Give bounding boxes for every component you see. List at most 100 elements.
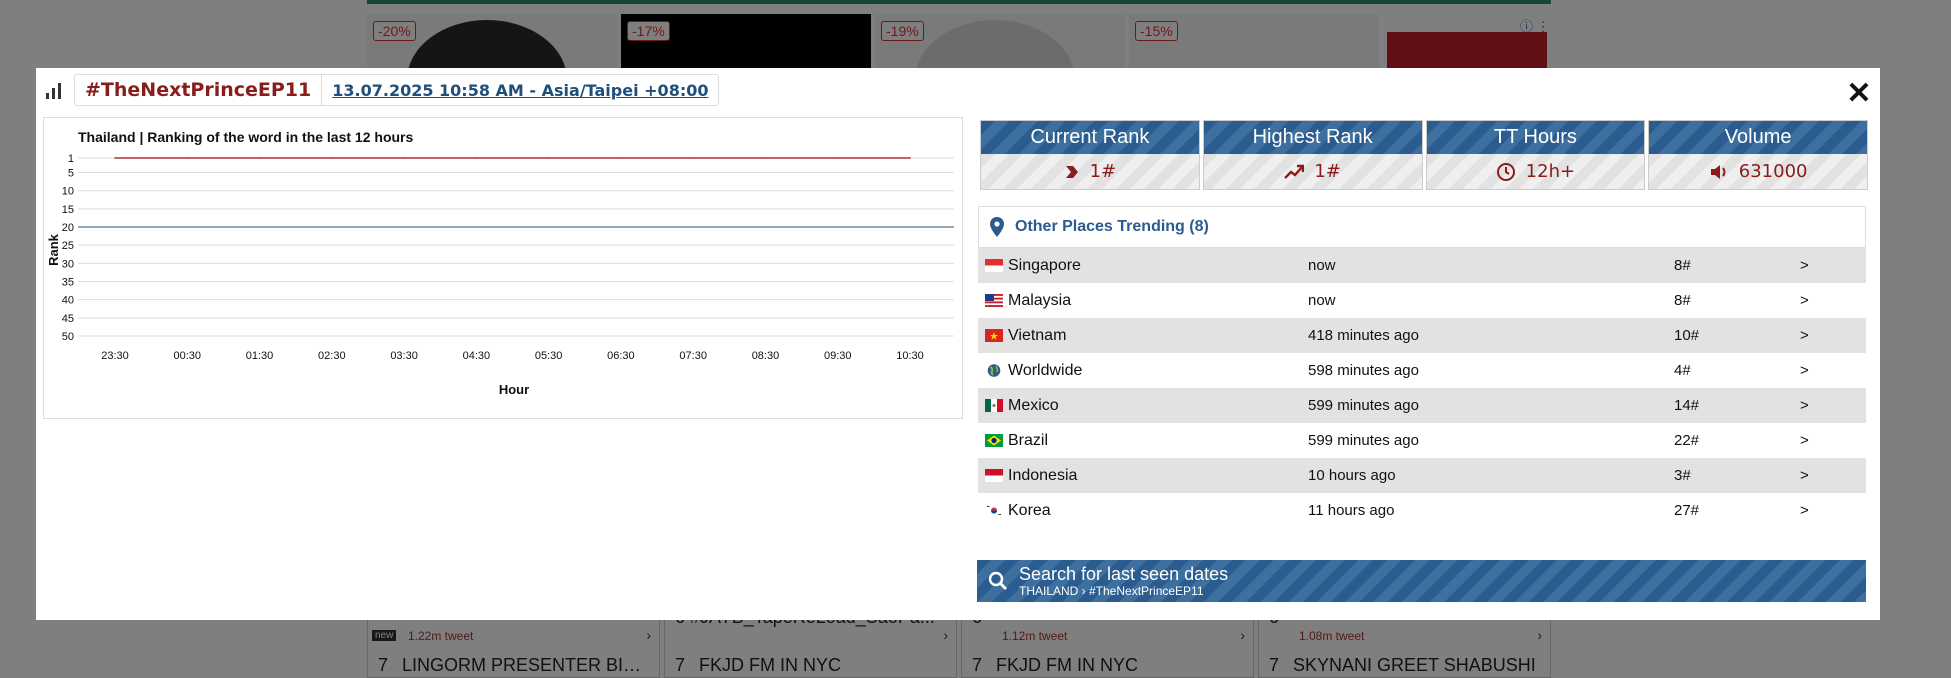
rank-data-point (620, 157, 622, 159)
place-name[interactable]: Malaysia (1008, 292, 1308, 310)
malaysia-flag-icon (985, 294, 1003, 307)
search-last-seen-button[interactable]: Search for last seen dates THAILAND › #T… (977, 560, 1866, 602)
y-tick-label: 35 (62, 277, 74, 289)
rank-data-point (258, 157, 261, 159)
trending-up-icon (1284, 164, 1305, 179)
search-title: Search for last seen dates (1019, 564, 1229, 584)
place-time: 599 minutes ago (1308, 397, 1419, 414)
search-icon (988, 571, 1007, 590)
stat-label: Current Rank (981, 121, 1199, 154)
place-rank: 22# (1674, 432, 1700, 449)
close-button[interactable]: ✕ (1846, 79, 1872, 109)
y-tick-label: 10 (62, 186, 74, 198)
place-time: 11 hours ago (1308, 502, 1395, 519)
current-rank-stat: Current Rank 1# (980, 120, 1200, 190)
place-row-malaysia[interactable]: Malaysia now 8# > (978, 283, 1866, 318)
y-tick-label: 15 (62, 204, 74, 216)
stat-value: 631000 (1738, 161, 1808, 182)
stat-value: 12h+ (1525, 161, 1576, 182)
rank-data-point (331, 157, 333, 159)
place-name[interactable]: Korea (1008, 502, 1308, 520)
y-tick-label: 1 (68, 153, 74, 165)
rank-data-point (909, 157, 911, 159)
rank-chart-svg: Thailand | Ranking of the word in the la… (46, 129, 954, 397)
y-tick-label: 5 (68, 168, 74, 180)
volume-icon (1710, 164, 1726, 179)
indonesia-flag-icon (985, 469, 1003, 482)
rank-data-point (186, 157, 189, 159)
place-open-button[interactable]: > (1800, 257, 1809, 274)
place-row-korea[interactable]: Korea 11 hours ago 27# > (978, 493, 1866, 528)
rank-data-point (475, 157, 478, 159)
y-tick-label: 20 (62, 222, 74, 234)
place-open-button[interactable]: > (1800, 292, 1809, 309)
stat-label: TT Hours (1426, 121, 1645, 154)
clock-icon (1496, 162, 1515, 181)
chevron-right-icon (1065, 165, 1078, 178)
place-open-button[interactable]: > (1800, 502, 1809, 519)
modal-header: #TheNextPrinceEP11 13.07.2025 10:58 AM -… (44, 74, 720, 106)
y-tick-label: 50 (62, 331, 74, 343)
mexico-flag-icon (985, 399, 1003, 412)
stat-label: Volume (1649, 121, 1867, 154)
place-open-button[interactable]: > (1800, 362, 1809, 379)
place-time: 418 minutes ago (1308, 327, 1419, 344)
place-rank: 4# (1674, 362, 1691, 379)
place-name[interactable]: Brazil (1008, 432, 1308, 450)
place-name[interactable]: Mexico (1008, 397, 1308, 415)
place-open-button[interactable]: > (1800, 467, 1809, 484)
rank-data-point (547, 157, 550, 159)
place-open-button[interactable]: > (1800, 432, 1809, 449)
rank-data-point (836, 157, 839, 159)
place-rank: 27# (1674, 502, 1700, 519)
place-time: now (1308, 292, 1336, 309)
rank-data-point (114, 157, 116, 159)
y-tick-label: 45 (62, 313, 74, 325)
y-tick-label: 40 (62, 295, 74, 307)
bar-chart-icon (44, 79, 66, 101)
rank-data-point (764, 157, 767, 159)
place-row-indonesia[interactable]: Indonesia 10 hours ago 3# > (978, 458, 1866, 493)
x-tick-label: 01:30 (246, 350, 274, 362)
place-open-button[interactable]: > (1800, 397, 1809, 414)
place-row-singapore[interactable]: Singapore now 8# > (978, 248, 1866, 283)
place-rank: 14# (1674, 397, 1700, 414)
place-row-vietnam[interactable]: Vietnam 418 minutes ago 10# > (978, 318, 1866, 353)
place-open-button[interactable]: > (1800, 327, 1809, 344)
brazil-flag-icon (985, 434, 1003, 447)
x-axis-label: Hour (499, 382, 529, 397)
stats-row: Current Rank 1# Highest Rank 1# TT Hours… (980, 120, 1868, 190)
x-tick-label: 09:30 (824, 350, 852, 362)
trend-detail-modal: #TheNextPrinceEP11 13.07.2025 10:58 AM -… (36, 68, 1880, 620)
place-name[interactable]: Vietnam (1008, 327, 1308, 345)
x-tick-label: 05:30 (535, 350, 563, 362)
x-tick-label: 02:30 (318, 350, 346, 362)
place-time: 10 hours ago (1308, 467, 1396, 484)
rank-data-point (403, 157, 405, 159)
place-rank: 8# (1674, 257, 1691, 274)
stat-label: Highest Rank (1203, 121, 1422, 154)
volume-stat: Volume 631000 (1648, 120, 1868, 190)
x-tick-label: 03:30 (390, 350, 418, 362)
hashtag-title: #TheNextPrinceEP11 (75, 75, 323, 105)
other-places-panel: Other Places Trending (8) Singapore now … (978, 206, 1866, 528)
map-pin-icon (990, 217, 1004, 237)
place-rank: 8# (1674, 292, 1691, 309)
search-breadcrumb: THAILAND › #TheNextPrinceEP11 (1019, 584, 1204, 598)
place-row-worldwide[interactable]: Worldwide 598 minutes ago 4# > (978, 353, 1866, 388)
x-tick-label: 10:30 (896, 350, 924, 362)
timestamp-link[interactable]: 13.07.2025 10:58 AM - Asia/Taipei +08:00 (322, 81, 718, 100)
rank-chart: Thailand | Ranking of the word in the la… (43, 117, 963, 419)
title-box: #TheNextPrinceEP11 13.07.2025 10:58 AM -… (74, 74, 720, 106)
chart-title: Thailand | Ranking of the word in the la… (78, 129, 413, 145)
place-name[interactable]: Indonesia (1008, 467, 1308, 485)
rank-data-point (692, 157, 694, 159)
place-row-mexico[interactable]: Mexico 599 minutes ago 14# > (978, 388, 1866, 423)
place-name[interactable]: Worldwide (1008, 362, 1308, 380)
other-places-title: Other Places Trending (8) (1015, 218, 1209, 235)
place-name[interactable]: Singapore (1008, 257, 1308, 275)
place-row-brazil[interactable]: Brazil 599 minutes ago 22# > (978, 423, 1866, 458)
place-time: now (1308, 257, 1336, 274)
x-tick-label: 23:30 (101, 350, 129, 362)
y-tick-label: 25 (62, 240, 74, 252)
